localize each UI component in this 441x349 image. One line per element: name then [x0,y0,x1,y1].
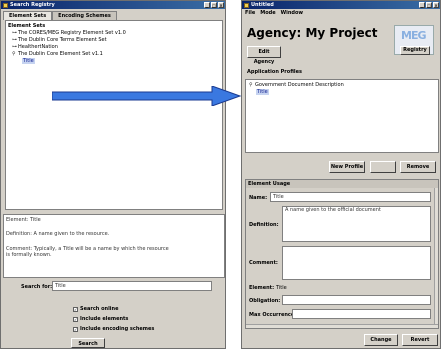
profiles-heading: Application Profiles [247,69,302,75]
profiles-tree: ⚲ Government Document Description Title [245,79,439,153]
agency-window: Untitled _ □ × File Mode Window Agency: … [241,0,441,349]
name-field[interactable]: Title [270,192,431,202]
drag-arrow-icon [52,86,242,106]
tab-element-sets[interactable]: Element Sets [3,11,53,20]
menu-bar: File Mode Window [242,9,440,17]
close-icon[interactable]: × [433,2,439,8]
comment-field[interactable] [282,246,431,280]
usage-horizontal-scrollbar[interactable] [246,324,438,328]
maximize-icon[interactable]: □ [426,2,432,8]
check-icon: ✓ [73,306,78,312]
registry-button[interactable]: Registry [400,46,430,55]
profile-item[interactable]: ⚲ Government Document Description [249,82,344,88]
left-window-title: Search Registry [10,2,55,8]
left-titlebar[interactable]: Search Registry _ □ × [1,1,225,9]
meg-logo: MEG Registry [394,25,434,55]
close-icon[interactable]: × [218,2,224,8]
element-value: Title [276,285,287,291]
menu-file[interactable]: File [245,10,255,16]
desc-element: Element: Title [6,217,41,223]
element-description: Element: Title Definition: A name given … [3,214,225,278]
search-online-checkbox[interactable]: ✓ Search online [73,306,118,312]
tree-item-health[interactable]: ⊶HealthertNation [12,44,58,50]
element-sets-tree: Element Sets ⊶The CORES/MEG Registry Ele… [5,20,223,210]
minimize-icon[interactable]: _ [204,2,210,8]
menu-mode[interactable]: Mode [260,10,275,16]
include-elements-checkbox[interactable]: ✓ Include elements [73,316,128,322]
app-icon [244,2,249,8]
definition-field[interactable]: A name given to the official document [282,206,431,242]
comment-label: Comment: [249,260,278,266]
blank-button[interactable] [370,161,396,173]
tree-heading: Element Sets [8,23,46,29]
check-icon: ✓ [73,316,78,322]
tree-item-dc-elements[interactable]: ⚲ The Dublin Core Element Set v1.1 [12,51,103,57]
obligation-label: Obligation: [249,298,281,304]
tree-item-dc-terms[interactable]: ⊶The Dublin Core Terms Element Set [12,37,107,43]
name-label: Name: [249,195,268,201]
change-button[interactable]: Change [364,334,398,346]
check-icon: ✓ [73,326,78,332]
search-input[interactable]: Title [52,281,212,291]
element-usage-panel: Element Usage Name: Title Definition: A … [245,179,439,329]
menu-window[interactable]: Window [281,10,303,16]
remove-button[interactable]: Remove [400,161,436,173]
revert-button[interactable]: Revert [402,334,438,346]
app-icon [3,2,8,8]
tab-encoding-schemes[interactable]: Encoding Schemes [52,11,117,20]
maximize-icon[interactable]: □ [211,2,217,8]
usage-heading: Element Usage [246,180,438,188]
new-profile-button[interactable]: New Profile [329,161,365,173]
right-window-title: Untitled [251,2,274,8]
max-occurrence-label: Max Occurrence: [249,312,297,318]
agency-title: Agency: My Project [247,26,378,40]
search-label: Search for: [21,284,53,290]
tree-item-title[interactable]: Title [22,58,35,64]
profile-child-title[interactable]: Title [256,89,269,95]
max-occurrence-field[interactable] [292,309,431,319]
include-encoding-checkbox[interactable]: ✓ Include encoding schemes [73,326,154,332]
logo-mark: MEG [401,29,426,42]
obligation-field[interactable] [282,295,431,305]
right-titlebar[interactable]: Untitled _ □ × [242,1,440,9]
desc-definition: Definition: A name given to the resource… [6,231,110,237]
search-button[interactable]: Search [71,338,105,348]
tree-item-cores-meg[interactable]: ⊶The CORES/MEG Registry Element Set v1.0 [12,30,126,36]
desc-comment-2: is formally known. [6,252,52,258]
definition-label: Definition: [249,222,279,228]
search-registry-window: Search Registry _ □ × Element Sets Encod… [0,0,226,349]
usage-vertical-scrollbar[interactable] [434,188,438,326]
edit-agency-button[interactable]: Edit Agency [247,46,281,65]
element-label: Element: [249,285,275,291]
minimize-icon[interactable]: _ [419,2,425,8]
